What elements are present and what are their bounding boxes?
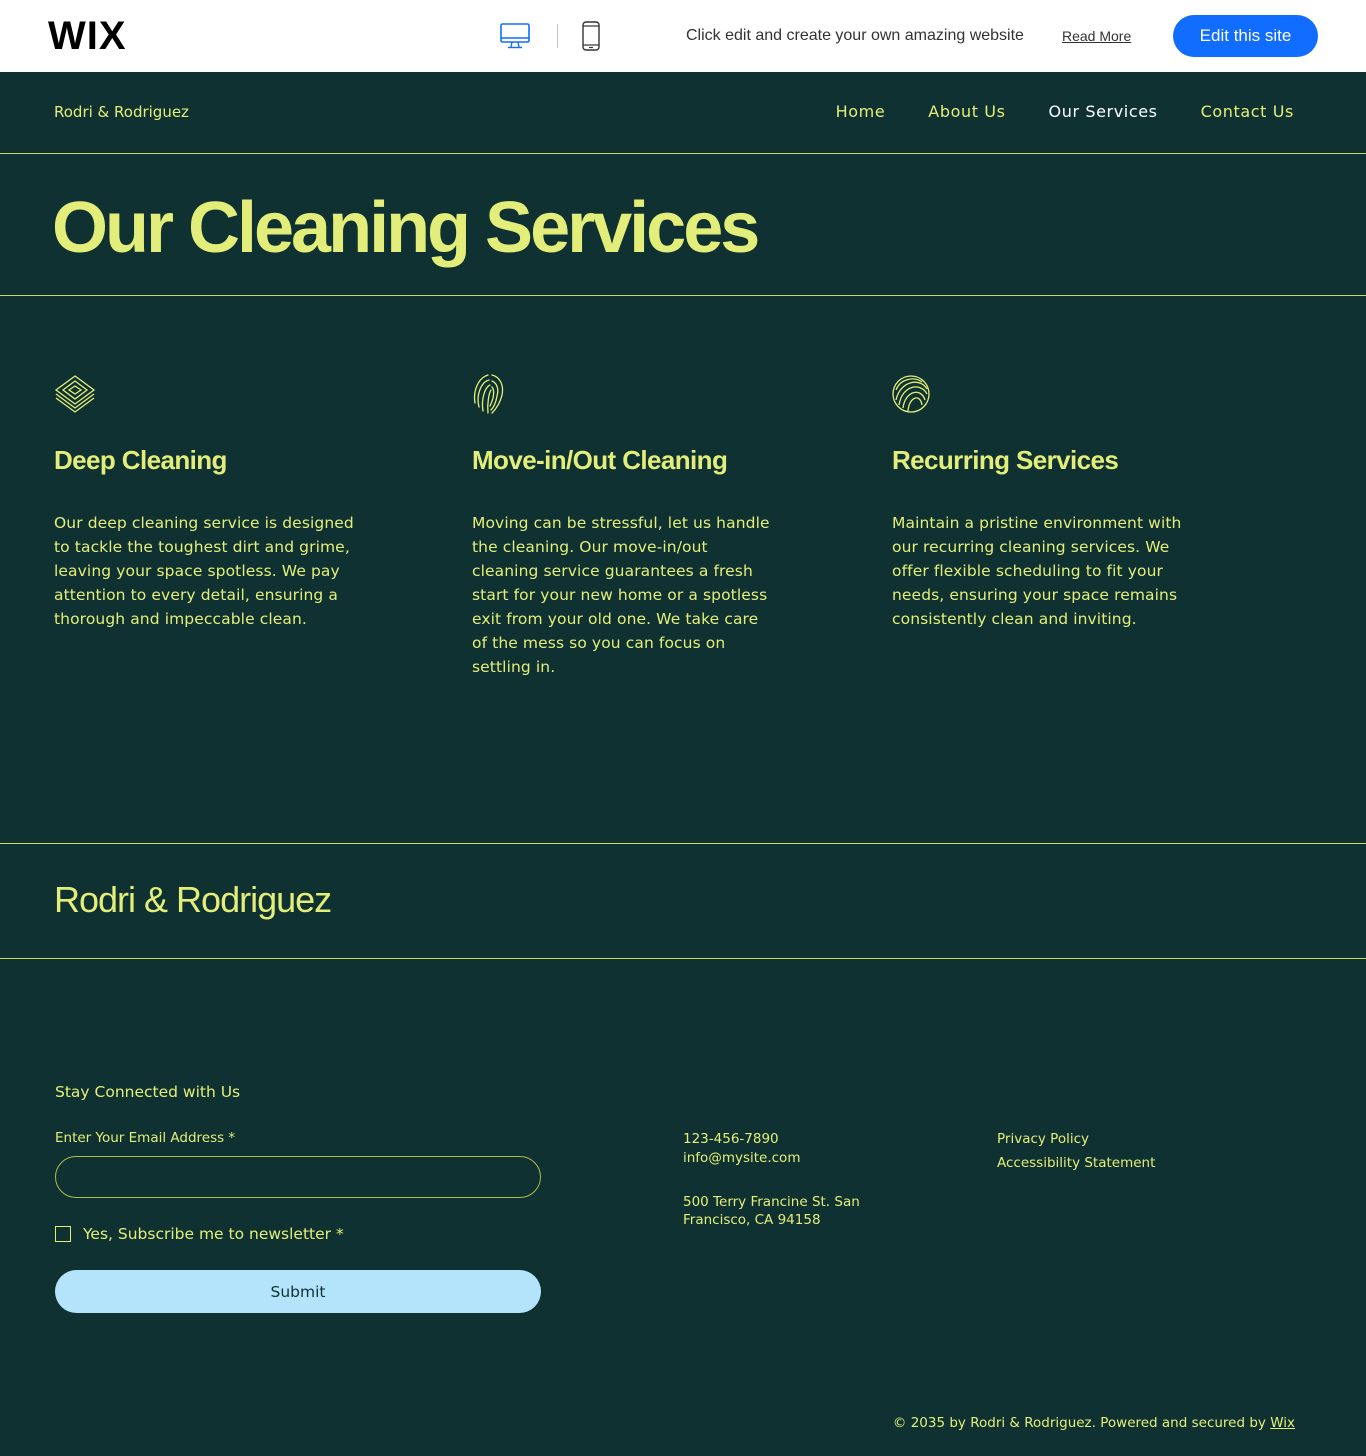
privacy-policy-link[interactable]: Privacy Policy [997,1130,1089,1148]
copyright: © 2035 by Rodri & Rodriguez. Powered and… [893,1414,1295,1432]
submit-button[interactable]: Submit [55,1270,541,1313]
footer-top-divider [0,843,1366,844]
service-description: Maintain a pristine environment with our… [892,514,1182,628]
service-card-deep-cleaning: Deep Cleaning Our deep cleaning service … [54,373,354,628]
layered-diamond-icon [54,375,96,413]
contact-address-line1: 500 Terry Francine St. San [683,1194,860,1210]
accessibility-statement-link[interactable]: Accessibility Statement [997,1154,1155,1172]
page-title: Our Cleaning Services [52,188,760,268]
service-card-move-in-out: Move-in/Out Cleaning Moving can be stres… [472,373,772,676]
contact-email[interactable]: info@mysite.com [683,1149,800,1167]
subscribe-checkbox[interactable] [55,1226,71,1242]
wix-logo[interactable]: WIX [48,14,127,58]
wix-link[interactable]: Wix [1270,1415,1295,1431]
service-title: Move-in/Out Cleaning [472,445,728,475]
desktop-view-icon[interactable] [500,22,530,50]
subscribe-checkbox-label[interactable]: Yes, Subscribe me to newsletter * [83,1224,344,1244]
service-description: Moving can be stressful, let us handle t… [472,514,770,676]
footer-brand: Rodri & Rodriguez [54,879,332,920]
copyright-text: © 2035 by Rodri & Rodriguez. Powered and… [892,1415,1266,1431]
read-more-link[interactable]: Read More [1062,27,1131,45]
form-heading: Stay Connected with Us [55,1083,241,1101]
service-card-recurring: Recurring Services Maintain a pristine e… [892,373,1192,628]
site-name[interactable]: Rodri & Rodriguez [54,102,189,122]
nav-about-us[interactable]: About Us [928,102,1005,122]
nav-contact-us[interactable]: Contact Us [1201,102,1294,122]
email-field-label: Enter Your Email Address * [55,1130,236,1146]
email-field[interactable] [55,1156,541,1198]
service-title: Deep Cleaning [54,445,227,475]
contact-address-line2: Francisco, CA 94158 [683,1212,821,1228]
main-nav: Home About Us Our Services Contact Us [836,102,1294,122]
service-title: Recurring Services [892,445,1119,475]
service-description: Our deep cleaning service is designed to… [54,514,354,628]
swirl-circle-icon [892,375,930,413]
header-divider [0,153,1366,154]
wix-top-bar: WIX Click edit and create your own amazi… [0,0,1366,72]
wix-promo-message: Click edit and create your own amazing w… [686,27,1024,44]
contact-phone[interactable]: 123-456-7890 [683,1130,779,1148]
edit-this-site-button[interactable]: Edit this site [1173,15,1318,57]
device-separator [557,24,558,48]
mobile-view-icon[interactable] [582,21,600,51]
nav-our-services[interactable]: Our Services [1049,102,1158,122]
title-divider [0,295,1366,296]
footer-brand-divider [0,958,1366,959]
nav-home[interactable]: Home [836,102,886,122]
fingerprint-arcs-icon [473,374,504,414]
